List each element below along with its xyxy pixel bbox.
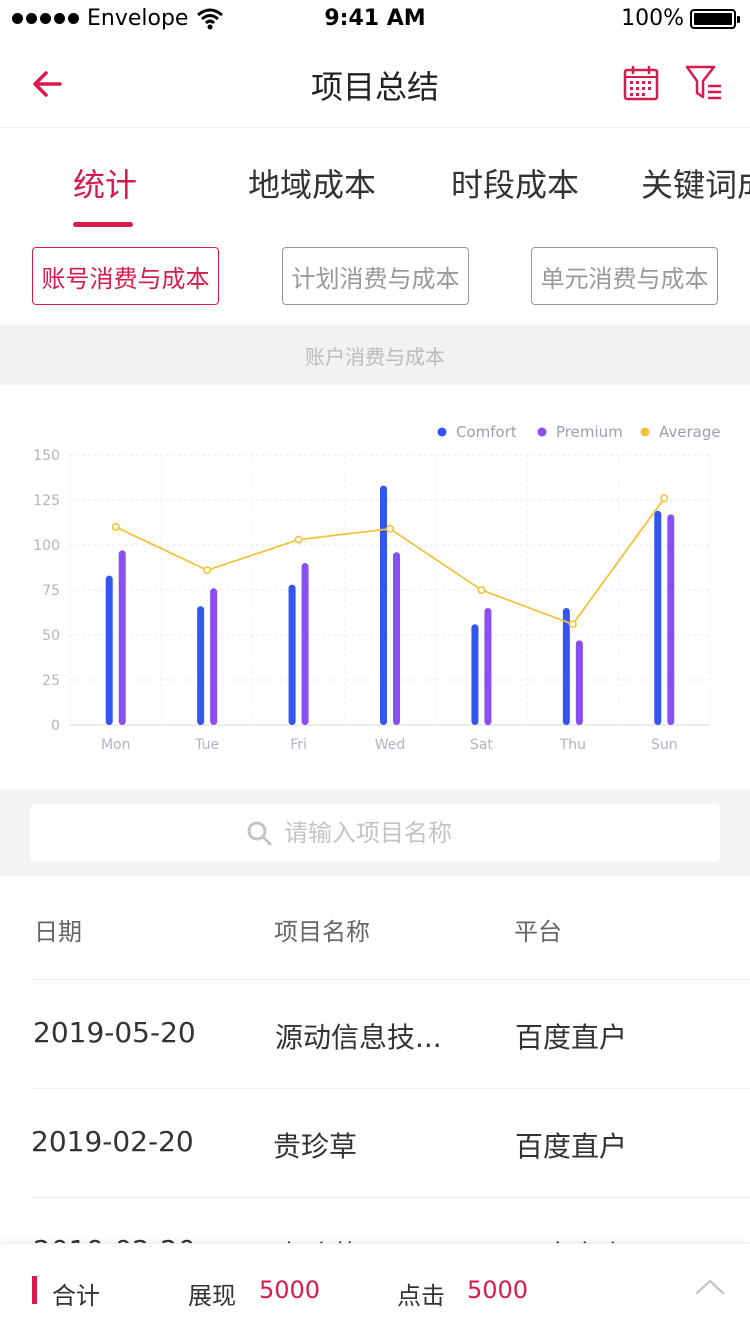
y-tick-label: 0 [51,718,60,734]
bar-premium [301,563,309,725]
x-tick-label: Fri [290,737,307,753]
column-header-project-name: 项目名称 [274,918,370,946]
point-average [568,620,577,629]
chart-section-header: 账户消费与成本 [0,325,750,385]
x-tick-label: Wed [375,737,406,753]
point-average [385,524,394,533]
tab-region-cost[interactable]: 地域成本 [248,160,376,206]
battery-group: 100% [621,6,740,31]
search-icon [247,821,272,846]
point-average [111,523,120,532]
x-tick-label: Sun [651,737,678,753]
battery-percent: 100% [621,6,684,31]
impressions-value: 5000 [259,1276,321,1304]
cell-project-name: 贵珍草 [273,1130,358,1163]
bar-comfort [654,510,662,725]
bar-premium [118,550,126,725]
impressions-label: 展现 [188,1282,236,1310]
bar-premium [575,640,583,725]
legend-marker [640,427,650,437]
chevron-up-icon[interactable] [694,1274,726,1298]
cell-platform: 百度直户 [515,1130,628,1163]
column-header-date: 日期 [34,918,82,946]
tab-keyword-cost[interactable]: 关键词成本 [641,160,750,206]
point-average [660,494,669,503]
active-tab-indicator [73,222,133,227]
bar-comfort [197,606,205,725]
cell-date: 2019-02-20 [31,1125,194,1158]
y-tick-label: 25 [42,673,60,689]
y-tick-label: 75 [42,583,60,599]
tab-time-cost[interactable]: 时段成本 [451,160,579,206]
unit-cost-button[interactable]: 单元消费与成本 [531,247,718,305]
clicks-label: 点击 [397,1282,445,1310]
bar-premium [210,588,218,725]
legend-marker [537,427,547,437]
legend-marker [437,427,447,437]
bar-comfort [471,624,479,725]
bar-comfort [380,485,387,725]
x-tick-label: Tue [194,737,219,753]
search-box[interactable] [30,804,720,862]
bar-line-chart: 0 25 50 75 100 125 150 Mon Tue Fri Wed Sat Thu Sun Com… [33,423,721,753]
y-tick-label: 150 [33,448,60,464]
summary-bar: 合计 展现 5000 点击 5000 [0,1243,750,1334]
clicks-value: 5000 [467,1276,529,1304]
tab-statistics[interactable]: 统计 [73,160,137,206]
y-tick-label: 50 [42,628,60,644]
search-input[interactable] [284,819,504,847]
bar-comfort [562,608,570,725]
battery-icon [690,8,740,29]
line-average [115,497,666,626]
calendar-icon[interactable] [622,64,660,102]
bar-premium [484,608,492,725]
x-tick-label: Thu [559,737,586,753]
cell-platform: 百度直户 [515,1021,628,1054]
x-tick-label: Mon [101,737,131,753]
chart-area: 0 25 50 75 100 125 150 Mon Tue Fri Wed Sat Thu Sun Com… [0,385,750,790]
bar-premium [667,514,675,725]
point-average [477,586,486,595]
bar-premium [393,552,400,725]
filter-icon[interactable] [684,64,724,102]
table-header: 日期 项目名称 平台 [0,876,750,980]
point-average [294,535,303,544]
search-bar [0,790,750,876]
status-bar: Envelope 9:41 AM 100% [0,0,750,40]
table-row[interactable]: 2019-02-20 贵珍草 百度直户 [31,1088,750,1197]
legend-label: Premium [556,423,623,441]
table-row[interactable]: 2019-05-20 源动信息技... 百度直户 [32,979,750,1088]
cell-date: 2019-05-20 [33,1016,196,1049]
bar-comfort [105,575,113,725]
cell-project-name: 源动信息技... [275,1021,442,1054]
summary-accent-mark [32,1276,37,1304]
column-header-platform: 平台 [514,918,562,946]
account-cost-button[interactable]: 账号消费与成本 [32,247,219,305]
bar-comfort [288,584,296,725]
y-tick-label: 100 [33,538,60,554]
plan-cost-button[interactable]: 计划消费与成本 [282,247,469,305]
legend-label: Comfort [456,423,517,441]
legend-label: Average [659,423,721,441]
summary-label: 合计 [52,1282,100,1310]
nav-bar: 项目总结 [0,40,750,128]
y-tick-label: 125 [33,493,60,509]
point-average [203,566,212,575]
x-tick-label: Sat [470,737,493,753]
tab-bar: 统计 地域成本 时段成本 关键词成本 [0,128,750,228]
